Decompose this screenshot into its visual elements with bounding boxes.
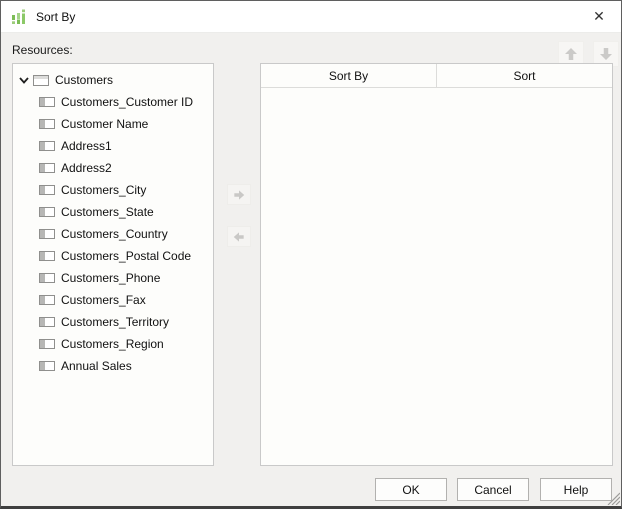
tree-item[interactable]: Customers_Territory (13, 311, 213, 333)
field-icon (39, 229, 55, 239)
tree-item[interactable]: Customer Name (13, 113, 213, 135)
tree-item[interactable]: Address2 (13, 157, 213, 179)
tree-item[interactable]: Customers_State (13, 201, 213, 223)
arrow-right-icon (234, 189, 245, 200)
table-icon (33, 74, 49, 86)
cancel-button[interactable]: Cancel (457, 478, 529, 501)
column-header-sort: Sort (513, 68, 536, 83)
chevron-down-icon[interactable] (18, 74, 30, 86)
field-icon (39, 141, 55, 151)
dialog-body: Resources: Customers Customers_Customer … (1, 33, 621, 506)
page-title: Sort By (36, 9, 76, 24)
arrow-left-icon (233, 231, 244, 242)
tree-item-label: Customers_Fax (61, 293, 146, 307)
field-icon (39, 361, 55, 371)
tree-item[interactable]: Customers_Fax (13, 289, 213, 311)
sort-table: Sort By Sort (260, 63, 613, 466)
tree-item-label: Customers_State (61, 205, 154, 219)
title-bar: Sort By ✕ (1, 1, 621, 33)
tree-item[interactable]: Customers_Phone (13, 267, 213, 289)
sort-by-dialog: Sort By ✕ Resources: Customers Customers… (0, 0, 622, 509)
tree-item[interactable]: Customers_Postal Code (13, 245, 213, 267)
tree-item[interactable]: Customers_Region (13, 333, 213, 355)
sort-table-header: Sort By Sort (261, 64, 612, 88)
field-icon (39, 185, 55, 195)
field-icon (39, 119, 55, 129)
tree-item-label: Address1 (61, 139, 112, 153)
field-icon (39, 97, 55, 107)
help-button[interactable]: Help (540, 478, 612, 501)
close-button[interactable]: ✕ (585, 5, 613, 29)
sort-table-body[interactable] (261, 88, 612, 465)
tree-item-label: Customers_City (61, 183, 147, 197)
field-icon (39, 339, 55, 349)
tree-item-label: Address2 (61, 161, 112, 175)
tree-item-label: Customers_Customer ID (61, 95, 194, 109)
tree-item[interactable]: Address1 (13, 135, 213, 157)
field-icon (39, 273, 55, 283)
tree-item[interactable]: Customers_Customer ID (13, 91, 213, 113)
resize-grip[interactable] (607, 492, 620, 505)
tree-item-label: Customers_Territory (61, 315, 170, 329)
field-icon (39, 317, 55, 327)
remove-sort-button[interactable] (227, 226, 251, 247)
field-icon (39, 251, 55, 261)
tree-item-label: Customers_Region (61, 337, 164, 351)
tree-item-label: Customers_Country (61, 227, 168, 241)
tree-item-label: Customers (55, 73, 114, 87)
arrow-down-icon (600, 48, 612, 60)
resources-label: Resources: (12, 43, 73, 57)
add-sort-button[interactable] (227, 184, 251, 205)
sort-icon (12, 9, 25, 24)
tree-item[interactable]: Customers_City (13, 179, 213, 201)
tree-item[interactable]: Customers_Country (13, 223, 213, 245)
tree-item[interactable]: Annual Sales (13, 355, 213, 377)
tree-item-customers[interactable]: Customers (13, 69, 213, 91)
field-icon (39, 207, 55, 217)
field-icon (39, 163, 55, 173)
ok-button[interactable]: OK (375, 478, 447, 501)
resources-tree[interactable]: Customers Customers_Customer ID Customer… (12, 63, 214, 466)
arrow-up-icon (565, 48, 577, 60)
tree-item-label: Annual Sales (61, 359, 132, 373)
tree-item-label: Customers_Postal Code (61, 249, 192, 263)
tree-item-label: Customers_Phone (61, 271, 161, 285)
field-icon (39, 295, 55, 305)
tree-item-label: Customer Name (61, 117, 149, 131)
column-header-sort-by: Sort By (261, 64, 437, 87)
